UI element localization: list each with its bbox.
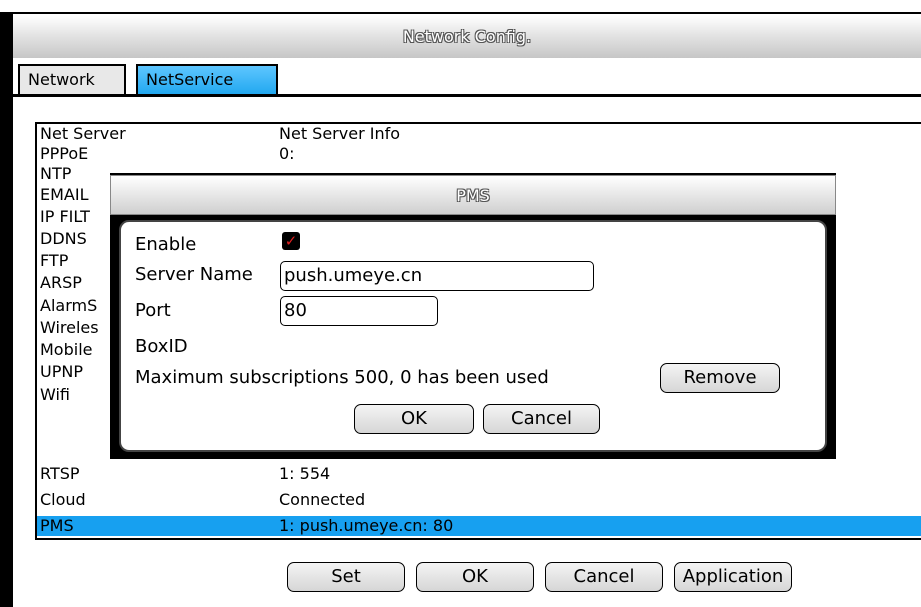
server-name-label: Server Name bbox=[135, 264, 253, 285]
service-name: DDNS bbox=[40, 229, 87, 248]
enable-checkbox[interactable]: ✓ bbox=[282, 232, 300, 250]
service-info: 1: 554 bbox=[279, 464, 331, 483]
enable-label: Enable bbox=[135, 234, 197, 255]
ok-button[interactable]: OK bbox=[416, 562, 534, 592]
header-net-server: Net Server bbox=[40, 124, 126, 143]
list-item-pms[interactable]: PMS 1: push.umeye.cn: 80 bbox=[37, 516, 921, 536]
service-info: Connected bbox=[279, 490, 366, 509]
cancel-button[interactable]: Cancel bbox=[545, 562, 663, 592]
remove-button[interactable]: Remove bbox=[660, 363, 780, 393]
service-name: NTP bbox=[40, 164, 72, 183]
service-name: RTSP bbox=[40, 464, 80, 483]
service-name: Wifi bbox=[40, 385, 70, 404]
application-button[interactable]: Application bbox=[674, 562, 792, 592]
list-item-pppoe[interactable]: PPPoE 0: bbox=[37, 144, 921, 164]
dialog-cancel-button[interactable]: Cancel bbox=[483, 404, 600, 434]
service-name: Mobile bbox=[40, 340, 93, 359]
list-item-rtsp[interactable]: RTSP 1: 554 bbox=[37, 464, 921, 484]
boxid-label: BoxID bbox=[135, 336, 188, 357]
service-name: PMS bbox=[40, 516, 74, 535]
server-name-field[interactable]: push.umeye.cn bbox=[280, 261, 594, 291]
service-name: IP FILT bbox=[40, 207, 90, 226]
subscriptions-text: Maximum subscriptions 500, 0 has been us… bbox=[135, 367, 549, 388]
service-name: FTP bbox=[40, 251, 69, 270]
service-name: PPPoE bbox=[40, 144, 89, 163]
service-name: Wireles bbox=[40, 318, 99, 337]
list-header: Net Server Net Server Info bbox=[37, 124, 921, 144]
service-name: EMAIL bbox=[40, 185, 89, 204]
dialog-ok-button[interactable]: OK bbox=[354, 404, 474, 434]
tab-netservice[interactable]: NetService bbox=[136, 64, 278, 94]
tab-network[interactable]: Network bbox=[18, 64, 126, 94]
set-button[interactable]: Set bbox=[287, 562, 405, 592]
checkmark-icon: ✓ bbox=[284, 232, 298, 250]
port-label: Port bbox=[135, 300, 171, 321]
service-name: AlarmS bbox=[40, 296, 98, 315]
list-item-cloud[interactable]: Cloud Connected bbox=[37, 490, 921, 510]
service-name: Cloud bbox=[40, 490, 86, 509]
window-title: Network Config. bbox=[13, 16, 921, 59]
pms-dialog-title: PMS bbox=[110, 175, 836, 215]
service-info: 0: bbox=[279, 144, 295, 163]
header-net-server-info: Net Server Info bbox=[279, 124, 401, 143]
tab-divider bbox=[13, 94, 921, 97]
service-info: 1: push.umeye.cn: 80 bbox=[279, 516, 454, 535]
service-name: UPNP bbox=[40, 362, 83, 381]
port-field[interactable]: 80 bbox=[280, 296, 438, 326]
service-name: ARSP bbox=[40, 273, 82, 292]
